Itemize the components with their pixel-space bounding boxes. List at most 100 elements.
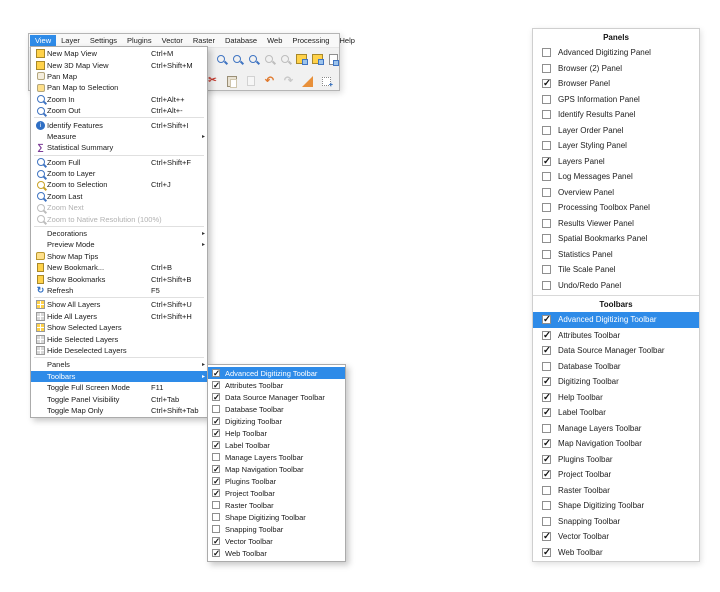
- add-feature-button[interactable]: [319, 74, 334, 89]
- submenu-item-label-toolbar[interactable]: Label Toolbar: [208, 439, 345, 451]
- submenu-item-digitizing-toolbar[interactable]: Digitizing Toolbar: [208, 415, 345, 427]
- unchecked-checkbox[interactable]: [542, 64, 551, 73]
- redo-button[interactable]: [281, 74, 296, 89]
- checkbox-row-database-toolbar[interactable]: Database Toolbar: [533, 359, 699, 375]
- checked-checkbox[interactable]: [542, 439, 551, 448]
- menu-item-zoom-to-native-resolution-100[interactable]: Zoom to Native Resolution (100%): [31, 213, 207, 224]
- menubar-item-plugins[interactable]: Plugins: [122, 35, 157, 46]
- menu-item-hide-deselected-layers[interactable]: Hide Deselected Layers: [31, 345, 207, 356]
- checkbox-row-layer-styling-panel[interactable]: Layer Styling Panel: [533, 138, 699, 154]
- zoom-out-button[interactable]: [231, 52, 243, 67]
- unchecked-checkbox[interactable]: [542, 188, 551, 197]
- menu-item-toggle-panel-visibility[interactable]: Toggle Panel VisibilityCtrl+Tab: [31, 393, 207, 404]
- menu-item-refresh[interactable]: RefreshF5: [31, 285, 207, 296]
- checkbox-row-advanced-digitizing-panel[interactable]: Advanced Digitizing Panel: [533, 45, 699, 61]
- menubar-item-vector[interactable]: Vector: [157, 35, 188, 46]
- menu-item-show-bookmarks[interactable]: Show BookmarksCtrl+Shift+B: [31, 273, 207, 284]
- menubar-item-help[interactable]: Help: [334, 35, 359, 46]
- submenu-item-advanced-digitizing-toolbar[interactable]: Advanced Digitizing Toolbar: [208, 367, 345, 379]
- unchecked-checkbox[interactable]: [542, 203, 551, 212]
- menu-item-measure[interactable]: Measure▸: [31, 131, 207, 142]
- menu-item-statistical-summary[interactable]: Statistical Summary: [31, 142, 207, 153]
- checkbox-row-spatial-bookmarks-panel[interactable]: Spatial Bookmarks Panel: [533, 231, 699, 247]
- checkbox-row-statistics-panel[interactable]: Statistics Panel: [533, 247, 699, 263]
- menubar-item-processing[interactable]: Processing: [287, 35, 334, 46]
- menubar-item-web[interactable]: Web: [262, 35, 287, 46]
- unchecked-checkbox[interactable]: [542, 281, 551, 290]
- unchecked-checkbox[interactable]: [542, 48, 551, 57]
- menu-item-zoom-to-layer[interactable]: Zoom to Layer: [31, 168, 207, 179]
- checkbox-row-processing-toolbox-panel[interactable]: Processing Toolbox Panel: [533, 200, 699, 216]
- menubar-item-settings[interactable]: Settings: [85, 35, 122, 46]
- submenu-item-map-navigation-toolbar[interactable]: Map Navigation Toolbar: [208, 463, 345, 475]
- menu-item-preview-mode[interactable]: Preview Mode▸: [31, 239, 207, 250]
- checked-checkbox[interactable]: [542, 455, 551, 464]
- menu-item-show-all-layers[interactable]: Show All LayersCtrl+Shift+U: [31, 299, 207, 310]
- checked-checkbox[interactable]: [542, 331, 551, 340]
- menu-item-pan-map[interactable]: Pan Map: [31, 71, 207, 82]
- checkbox-row-layer-order-panel[interactable]: Layer Order Panel: [533, 123, 699, 139]
- checked-checkbox[interactable]: [212, 369, 220, 377]
- checked-checkbox[interactable]: [542, 393, 551, 402]
- menu-item-decorations[interactable]: Decorations▸: [31, 228, 207, 239]
- checked-checkbox[interactable]: [212, 537, 220, 545]
- show-layout-manager-button[interactable]: [311, 52, 323, 67]
- checked-checkbox[interactable]: [542, 346, 551, 355]
- menu-item-hide-selected-layers[interactable]: Hide Selected Layers: [31, 333, 207, 344]
- unchecked-checkbox[interactable]: [542, 265, 551, 274]
- submenu-item-project-toolbar[interactable]: Project Toolbar: [208, 487, 345, 499]
- menu-item-hide-all-layers[interactable]: Hide All LayersCtrl+Shift+H: [31, 311, 207, 322]
- checkbox-row-identify-results-panel[interactable]: Identify Results Panel: [533, 107, 699, 123]
- checked-checkbox[interactable]: [542, 157, 551, 166]
- menu-item-zoom-in[interactable]: Zoom InCtrl+Alt++: [31, 94, 207, 105]
- checkbox-row-raster-toolbar[interactable]: Raster Toolbar: [533, 483, 699, 499]
- menu-item-zoom-next[interactable]: Zoom Next: [31, 202, 207, 213]
- checked-checkbox[interactable]: [542, 79, 551, 88]
- submenu-item-web-toolbar[interactable]: Web Toolbar: [208, 547, 345, 559]
- checkbox-row-undo-redo-panel[interactable]: Undo/Redo Panel: [533, 278, 699, 294]
- checkbox-row-layers-panel[interactable]: Layers Panel: [533, 154, 699, 170]
- checkbox-row-gps-information-panel[interactable]: GPS Information Panel: [533, 92, 699, 108]
- submenu-item-vector-toolbar[interactable]: Vector Toolbar: [208, 535, 345, 547]
- unchecked-checkbox[interactable]: [542, 501, 551, 510]
- submenu-item-attributes-toolbar[interactable]: Attributes Toolbar: [208, 379, 345, 391]
- menu-item-new-bookmark[interactable]: New Bookmark...Ctrl+B: [31, 262, 207, 273]
- menu-item-zoom-last[interactable]: Zoom Last: [31, 191, 207, 202]
- menu-item-toggle-full-screen-mode[interactable]: Toggle Full Screen ModeF11: [31, 382, 207, 393]
- unchecked-checkbox[interactable]: [542, 126, 551, 135]
- show-bookmarks-button[interactable]: [327, 52, 339, 67]
- unchecked-checkbox[interactable]: [542, 95, 551, 104]
- unchecked-checkbox[interactable]: [212, 525, 220, 533]
- unchecked-checkbox[interactable]: [542, 250, 551, 259]
- zoom-last-button[interactable]: [279, 52, 291, 67]
- unchecked-checkbox[interactable]: [542, 424, 551, 433]
- checkbox-row-data-source-manager-toolbar[interactable]: Data Source Manager Toolbar: [533, 343, 699, 359]
- zoom-to-layer-button[interactable]: [263, 52, 275, 67]
- checkbox-row-advanced-digitizing-toolbar[interactable]: Advanced Digitizing Toolbar: [533, 312, 699, 328]
- checkbox-row-digitizing-toolbar[interactable]: Digitizing Toolbar: [533, 374, 699, 390]
- unchecked-checkbox[interactable]: [542, 141, 551, 150]
- unchecked-checkbox[interactable]: [212, 501, 220, 509]
- menu-item-show-map-tips[interactable]: Show Map Tips: [31, 251, 207, 262]
- menu-item-pan-map-to-selection[interactable]: Pan Map to Selection: [31, 82, 207, 93]
- checked-checkbox[interactable]: [212, 441, 220, 449]
- paste-features-button[interactable]: [224, 74, 239, 89]
- checkbox-row-browser-panel[interactable]: Browser Panel: [533, 76, 699, 92]
- menubar-item-view[interactable]: View: [30, 35, 56, 46]
- checkbox-row-overview-panel[interactable]: Overview Panel: [533, 185, 699, 201]
- submenu-item-plugins-toolbar[interactable]: Plugins Toolbar: [208, 475, 345, 487]
- menu-item-new-map-view[interactable]: New Map ViewCtrl+M: [31, 48, 207, 59]
- unchecked-checkbox[interactable]: [542, 172, 551, 181]
- menu-item-new-3d-map-view[interactable]: New 3D Map ViewCtrl+Shift+M: [31, 59, 207, 70]
- menu-item-zoom-out[interactable]: Zoom OutCtrl+Alt+-: [31, 105, 207, 116]
- checkbox-row-label-toolbar[interactable]: Label Toolbar: [533, 405, 699, 421]
- unchecked-checkbox[interactable]: [542, 110, 551, 119]
- checked-checkbox[interactable]: [542, 548, 551, 557]
- unchecked-checkbox[interactable]: [212, 513, 220, 521]
- unchecked-checkbox[interactable]: [212, 405, 220, 413]
- checked-checkbox[interactable]: [212, 549, 220, 557]
- menubar-item-database[interactable]: Database: [220, 35, 262, 46]
- checked-checkbox[interactable]: [212, 429, 220, 437]
- menu-item-show-selected-layers[interactable]: Show Selected Layers: [31, 322, 207, 333]
- checked-checkbox[interactable]: [212, 381, 220, 389]
